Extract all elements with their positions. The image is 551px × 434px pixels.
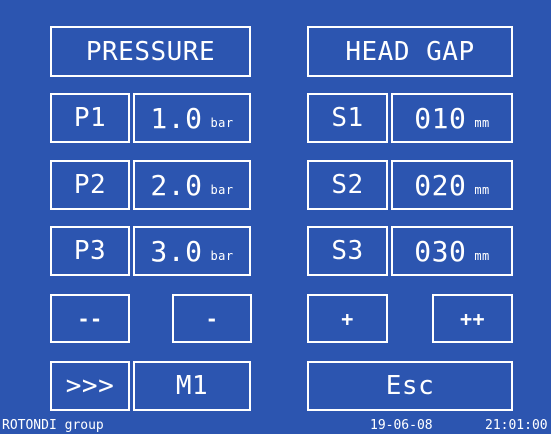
s1-value-field[interactable]: 010 mm (391, 93, 513, 143)
brand-text: ROTONDI group (2, 418, 104, 433)
s1-unit: mm (474, 116, 490, 130)
p2-button[interactable]: P2 (50, 160, 130, 210)
s2-label: S2 (331, 170, 364, 200)
p2-value-field[interactable]: 2.0 bar (133, 160, 251, 210)
s2-unit: mm (474, 183, 490, 197)
mode-button[interactable]: M1 (133, 361, 251, 411)
decrease-fast-label: -- (77, 306, 103, 331)
next-label: >>> (65, 371, 115, 401)
increase-fast-button[interactable]: ++ (432, 294, 513, 343)
p1-button[interactable]: P1 (50, 93, 130, 143)
status-bar: ROTONDI group 19-06-08 21:01:00 (0, 417, 551, 434)
status-date: 19-06-08 (370, 418, 433, 433)
s3-value-field[interactable]: 030 mm (391, 226, 513, 276)
s1-button[interactable]: S1 (307, 93, 388, 143)
p3-label: P3 (73, 236, 107, 266)
s3-unit: mm (474, 249, 490, 263)
increase-label: + (341, 306, 354, 331)
p3-button[interactable]: P3 (50, 226, 130, 276)
decrease-fast-button[interactable]: -- (50, 294, 130, 343)
pressure-title-text: PRESSURE (85, 36, 216, 67)
p3-unit: bar (210, 249, 234, 263)
increase-button[interactable]: + (307, 294, 388, 343)
s3-button[interactable]: S3 (307, 226, 388, 276)
p2-unit: bar (210, 183, 234, 197)
s3-value: 030 (414, 234, 467, 268)
p2-label: P2 (73, 170, 107, 200)
increase-fast-label: ++ (459, 306, 486, 331)
s2-button[interactable]: S2 (307, 160, 388, 210)
p2-value: 2.0 (150, 168, 203, 202)
p3-value: 3.0 (150, 234, 203, 268)
mode-label: M1 (175, 371, 209, 401)
s1-label: S1 (331, 103, 364, 133)
p1-label: P1 (73, 103, 107, 133)
s3-label: S3 (331, 236, 364, 266)
esc-label: Esc (385, 371, 435, 401)
esc-button[interactable]: Esc (307, 361, 513, 411)
p1-value: 1.0 (150, 101, 203, 135)
decrease-button[interactable]: - (172, 294, 252, 343)
decrease-label: - (205, 306, 219, 331)
head-gap-title: HEAD GAP (307, 26, 513, 77)
p1-value-field[interactable]: 1.0 bar (133, 93, 251, 143)
s1-value: 010 (414, 101, 467, 135)
p1-unit: bar (210, 116, 234, 130)
head-gap-title-text: HEAD GAP (345, 36, 475, 67)
pressure-title: PRESSURE (50, 26, 251, 77)
s2-value: 020 (414, 168, 467, 202)
p3-value-field[interactable]: 3.0 bar (133, 226, 251, 276)
next-button[interactable]: >>> (50, 361, 130, 411)
s2-value-field[interactable]: 020 mm (391, 160, 513, 210)
status-time: 21:01:00 (485, 418, 548, 433)
